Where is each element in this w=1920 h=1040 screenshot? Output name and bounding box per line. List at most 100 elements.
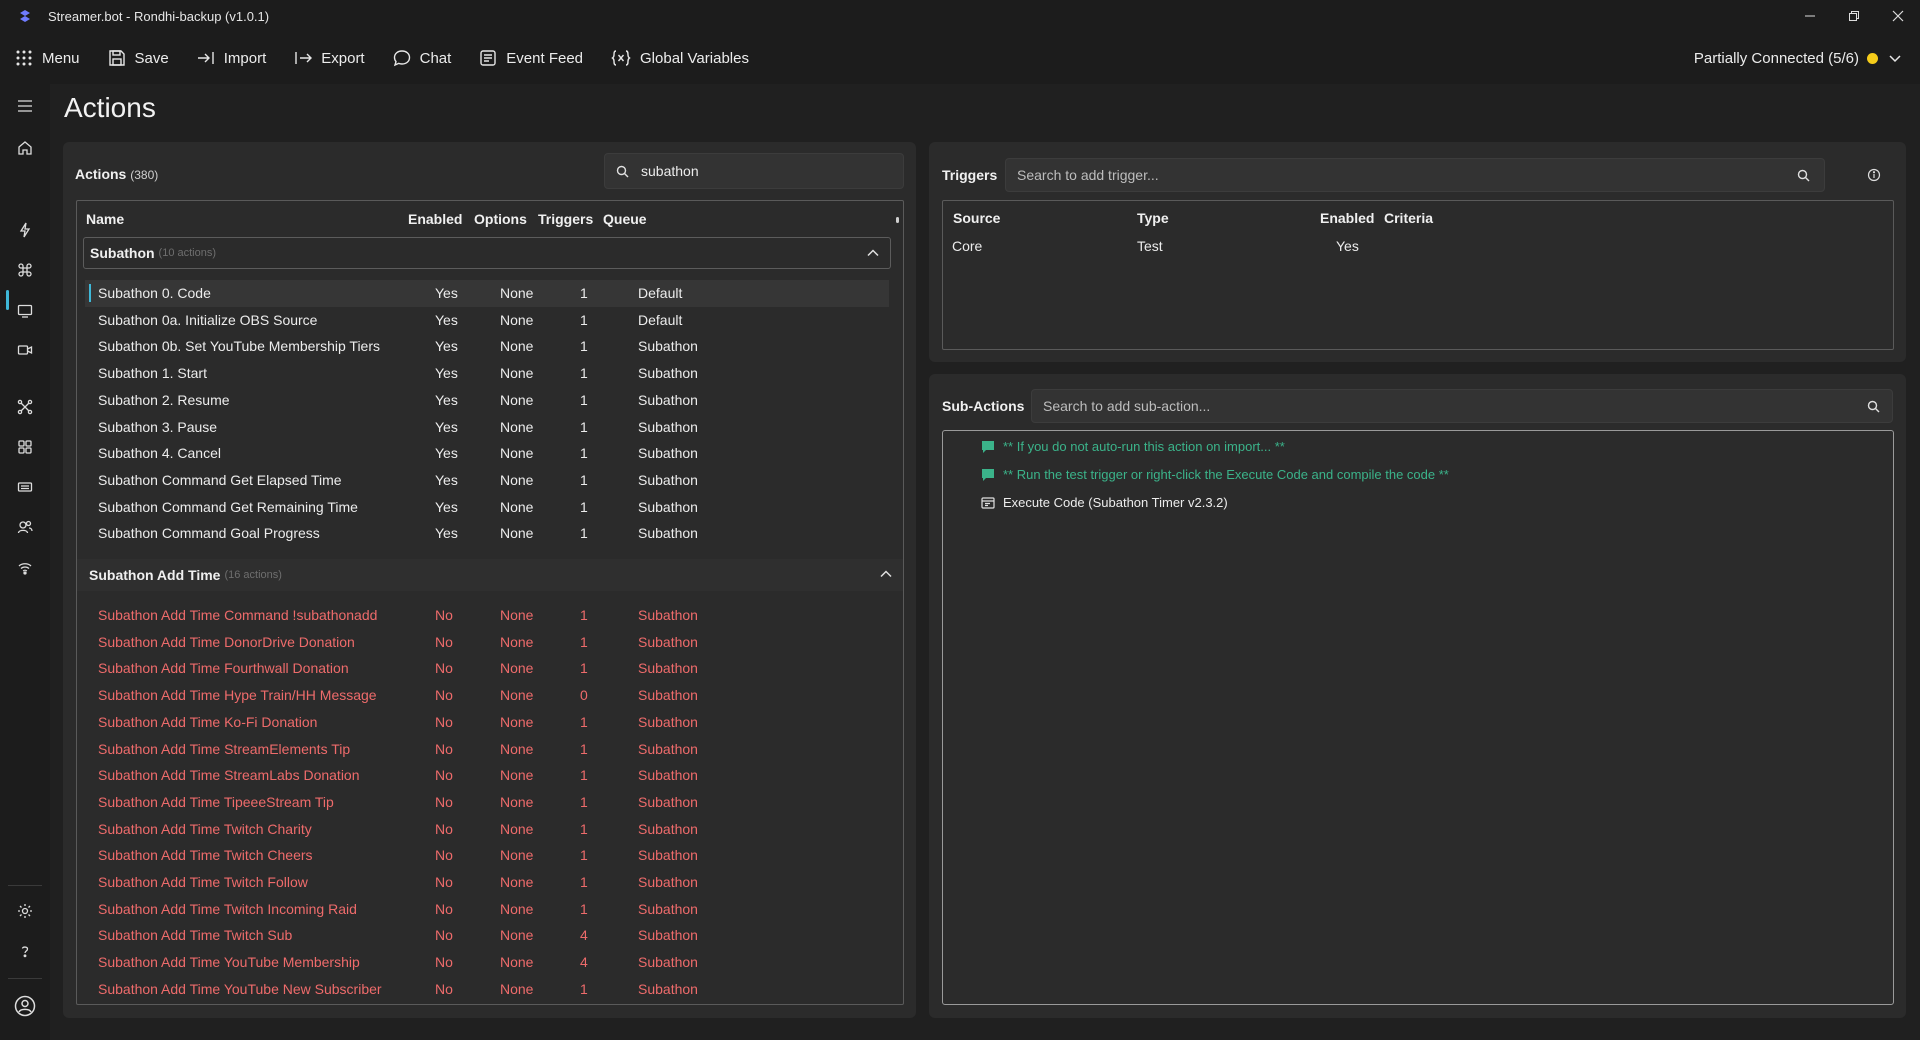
table-scrollbar[interactable] xyxy=(896,217,899,223)
action-enabled: Yes xyxy=(435,445,458,462)
table-row[interactable]: Subathon Add Time Hype Train/HH Message N… xyxy=(85,682,889,709)
action-name: Subathon Add Time Command !subathonadd xyxy=(98,607,378,623)
table-row[interactable]: Subathon Command Goal Progress Yes None 1 Su… xyxy=(85,520,889,547)
group-count: (16 actions) xyxy=(224,569,282,581)
action-queue: Subathon xyxy=(638,391,698,408)
chat-button[interactable]: Chat xyxy=(379,32,466,84)
action-name: Subathon Add Time TipeeeStream Tip xyxy=(98,793,334,810)
col-header-triggers[interactable]: Triggers xyxy=(538,211,593,227)
group-header-subathon-add-time[interactable]: Subathon Add Time (16 actions) xyxy=(77,559,903,591)
sub-action-search-input[interactable]: Search to add sub-action... xyxy=(1031,389,1893,423)
trig-col-type[interactable]: Type xyxy=(1137,210,1169,226)
sub-action-comment[interactable]: ** Run the test trigger or right-click t… xyxy=(981,467,1449,482)
nav-integrations[interactable] xyxy=(10,392,40,422)
nav-account[interactable] xyxy=(10,991,40,1021)
nav-home[interactable] xyxy=(10,133,40,163)
group-name: Subathon xyxy=(90,245,155,261)
table-row[interactable]: Subathon Add Time Twitch Follow No None 1 Su… xyxy=(85,869,889,896)
table-row[interactable]: Subathon 1. Start Yes None 1 Subathon xyxy=(85,360,889,387)
table-row[interactable]: Subathon Add Time StreamLabs Donation No N… xyxy=(85,762,889,789)
table-row[interactable]: Subathon 3. Pause Yes None 1 Subathon xyxy=(85,414,889,441)
action-queue: Default xyxy=(638,285,683,301)
nav-servers[interactable] xyxy=(10,472,40,502)
action-name: Subathon Add Time YouTube Membership xyxy=(98,954,360,971)
table-row[interactable]: Subathon Add Time Ko-Fi Donation No None 1 S… xyxy=(85,709,889,736)
group-header-subathon[interactable]: Subathon (10 actions) xyxy=(83,237,891,269)
nav-commands[interactable] xyxy=(10,255,40,285)
close-button[interactable] xyxy=(1876,0,1920,32)
network-nodes-icon xyxy=(17,399,33,415)
action-triggers: 1 xyxy=(580,391,588,408)
table-row[interactable]: Subathon Add Time DonorDrive Donation No N… xyxy=(85,629,889,656)
table-row[interactable]: Subathon Add Time StreamElements Tip No No… xyxy=(85,736,889,763)
nav-users[interactable] xyxy=(10,512,40,542)
action-options: None xyxy=(500,660,534,677)
minimize-button[interactable] xyxy=(1788,0,1832,32)
table-row[interactable]: Subathon Add Time Command !subathonadd No… xyxy=(85,602,889,629)
col-header-enabled[interactable]: Enabled xyxy=(408,211,462,227)
action-options: None xyxy=(500,954,534,971)
action-options: None xyxy=(500,900,534,917)
action-options: None xyxy=(500,418,534,435)
table-row[interactable]: Subathon 2. Resume Yes None 1 Subathon xyxy=(85,387,889,414)
table-row[interactable]: Subathon 4. Cancel Yes None 1 Subathon xyxy=(85,440,889,467)
action-triggers: 4 xyxy=(580,927,588,944)
nav-video[interactable] xyxy=(10,335,40,365)
restore-button[interactable] xyxy=(1832,0,1876,32)
action-queue: Subathon xyxy=(638,607,698,623)
import-button[interactable]: Import xyxy=(183,32,281,84)
table-row[interactable]: Subathon Add Time Twitch Charity No None 1 S… xyxy=(85,816,889,843)
export-button[interactable]: Export xyxy=(280,32,378,84)
action-enabled: No xyxy=(435,607,453,623)
hamburger-button[interactable] xyxy=(10,91,40,121)
trigger-row-type[interactable]: Test xyxy=(1137,238,1163,254)
table-row[interactable]: Subathon Add Time YouTube New Subscriber… xyxy=(85,976,889,1003)
action-enabled: Yes xyxy=(435,525,458,542)
action-queue: Subathon xyxy=(638,525,698,542)
col-header-queue[interactable]: Queue xyxy=(603,211,647,227)
info-icon[interactable] xyxy=(1867,168,1881,182)
sub-action-execute-code[interactable]: Execute Code (Subathon Timer v2.3.2) xyxy=(981,495,1228,510)
trigger-row-enabled[interactable]: Yes xyxy=(1336,238,1359,254)
table-row[interactable]: Subathon Add Time Twitch Incoming Raid No… xyxy=(85,896,889,923)
global-variables-button[interactable]: Global Variables xyxy=(597,32,763,84)
table-row[interactable]: Subathon 0a. Initialize OBS Source Yes Non… xyxy=(85,307,889,334)
event-feed-button[interactable]: Event Feed xyxy=(465,32,597,84)
action-triggers: 1 xyxy=(580,874,588,890)
table-row[interactable]: Subathon Add Time Twitch Sub No None 4 Subat… xyxy=(85,922,889,949)
nav-extensions[interactable] xyxy=(10,432,40,462)
nav-websocket[interactable] xyxy=(10,296,40,326)
table-row[interactable]: Subathon 0b. Set YouTube Membership Tier… xyxy=(85,333,889,360)
trig-col-enabled[interactable]: Enabled xyxy=(1320,210,1374,226)
nav-actions[interactable] xyxy=(10,215,40,245)
action-options: None xyxy=(500,767,534,784)
col-header-name[interactable]: Name xyxy=(86,211,124,227)
table-row[interactable]: Subathon 0. Code Yes None 1 Default xyxy=(85,280,889,307)
connection-status[interactable]: Partially Connected (5/6) xyxy=(1694,32,1902,84)
nav-help[interactable] xyxy=(10,936,40,966)
nav-broadcast[interactable] xyxy=(10,553,40,583)
hamburger-icon xyxy=(18,100,32,112)
action-triggers: 1 xyxy=(580,607,588,623)
action-enabled: No xyxy=(435,740,453,757)
close-icon xyxy=(1892,10,1904,22)
table-row[interactable]: Subathon Add Time TipeeeStream Tip No None… xyxy=(85,789,889,816)
save-button[interactable]: Save xyxy=(94,32,183,84)
table-row[interactable]: Subathon Command Get Remaining Time Yes No… xyxy=(85,494,889,521)
trigger-search-input[interactable]: Search to add trigger... xyxy=(1005,158,1825,192)
table-row[interactable]: Subathon Command Get Elapsed Time Yes None… xyxy=(85,467,889,494)
table-row[interactable]: Subathon Add Time Twitch Cheers No None 1 Su… xyxy=(85,842,889,869)
table-row[interactable]: Subathon Add Time YouTube Membership No No… xyxy=(85,949,889,976)
nav-settings[interactable] xyxy=(10,896,40,926)
col-header-options[interactable]: Options xyxy=(474,211,527,227)
action-enabled: Yes xyxy=(435,391,458,408)
action-options: None xyxy=(500,498,534,515)
trigger-row-source[interactable]: Core xyxy=(952,238,982,254)
sub-action-comment[interactable]: ** If you do not auto-run this action on… xyxy=(981,439,1285,454)
trig-col-criteria[interactable]: Criteria xyxy=(1384,210,1433,226)
table-row[interactable]: Subathon Add Time Fourthwall Donation No N… xyxy=(85,655,889,682)
actions-search-input[interactable]: subathon xyxy=(604,153,904,189)
action-queue: Subathon xyxy=(638,713,698,730)
trig-col-source[interactable]: Source xyxy=(953,210,1000,226)
menu-button[interactable]: Menu xyxy=(0,32,94,84)
